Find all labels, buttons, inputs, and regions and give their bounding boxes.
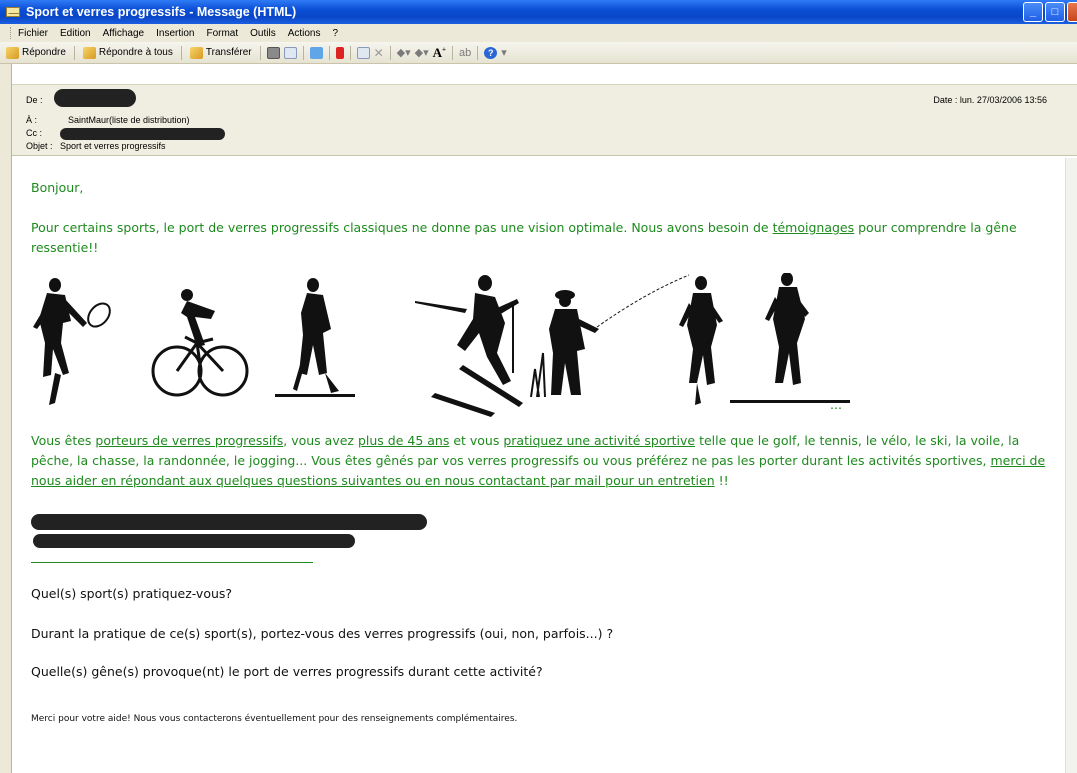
golfer-figure (275, 278, 355, 397)
date-row: Date : lun. 27/03/2006 13:56 (933, 95, 1047, 105)
menu-fichier[interactable]: Fichier (18, 28, 48, 39)
to-value[interactable]: SaintMaur(liste de distribution) (68, 115, 190, 125)
reply-all-label: Répondre à tous (98, 47, 173, 58)
toolbar-separator (259, 45, 261, 60)
forward-label: Transférer (205, 47, 252, 58)
from-label: De : (26, 95, 43, 105)
greeting: Bonjour, (31, 180, 84, 195)
window-title-bar[interactable]: Sport et verres progressifs - Message (H… (0, 0, 1077, 24)
help-icon[interactable]: ? (484, 46, 498, 59)
subject-value: Sport et verres progressifs (60, 141, 166, 151)
age-link[interactable]: plus de 45 ans (358, 433, 449, 448)
toolbar-separator (328, 45, 330, 60)
progressive-lens-link[interactable]: porteurs de verres progressifs (95, 433, 283, 448)
reply-label: Répondre (22, 47, 66, 58)
window-controls: _ □ (1023, 2, 1077, 22)
from-row: De : (26, 89, 136, 107)
reply-all-button[interactable]: Répondre à tous (81, 46, 175, 60)
previous-item-icon[interactable]: ◆▾ (397, 46, 411, 59)
cc-row: Cc : (26, 128, 225, 140)
window-left-border (0, 64, 12, 773)
toolbar-separator (452, 45, 453, 60)
toolbar-separator (180, 45, 182, 60)
question-3: Quelle(s) gêne(s) provoque(nt) le port d… (31, 664, 543, 679)
mark-unread-icon[interactable] (356, 46, 370, 59)
toolbar-separator (389, 45, 391, 60)
delete-icon[interactable]: ✕ (374, 47, 384, 59)
forward-button[interactable]: Transférer (188, 46, 254, 60)
flag-icon[interactable] (335, 46, 344, 59)
ellipsis: ... (830, 397, 842, 412)
reply-button[interactable]: Répondre (4, 46, 68, 60)
to-label: À : (26, 115, 38, 125)
toolbar: Répondre Répondre à tous Transférer ✕ ◆▾… (0, 42, 1077, 64)
runner-man-figure (730, 273, 850, 403)
message-scrollbar[interactable] (1065, 158, 1077, 773)
maximize-button[interactable]: □ (1045, 2, 1065, 22)
reply-icon (6, 46, 19, 59)
testimonials-link[interactable]: témoignages (773, 220, 855, 235)
redacted-sender (54, 89, 136, 107)
menu-format[interactable]: Format (206, 28, 238, 39)
print-icon[interactable] (266, 46, 280, 59)
menu-outils[interactable]: Outils (250, 28, 276, 39)
cta-text-3: et vous (449, 433, 504, 448)
question-1: Quel(s) sport(s) pratiquez-vous? (31, 586, 233, 601)
date-label: Date : (933, 95, 958, 105)
sport-activity-link[interactable]: pratiquez une activité sportive (503, 433, 695, 448)
message-body: Bonjour, Pour certains sports, le port d… (13, 158, 1065, 773)
reply-all-icon (82, 46, 96, 59)
signature-divider (31, 562, 313, 563)
redacted-cc (60, 128, 225, 140)
to-row: À : SaintMaur(liste de distribution) (26, 115, 190, 125)
window-title: Sport et verres progressifs - Message (H… (26, 5, 297, 19)
menu-affichage[interactable]: Affichage (103, 28, 145, 39)
thanks-text: Merci pour votre aide! Nous vous contact… (31, 714, 518, 724)
runner-woman-figure (679, 276, 723, 405)
menu-actions[interactable]: Actions (288, 28, 321, 39)
intro-paragraph: Pour certains sports, le port de verres … (31, 218, 1051, 258)
message-header: De : À : SaintMaur(liste de distribution… (12, 84, 1077, 156)
subject-row: Objet : Sport et verres progressifs (26, 141, 166, 151)
cta-text-2: , vous avez (283, 433, 358, 448)
toolbar-separator (302, 45, 304, 60)
toolbar-separator (73, 45, 75, 60)
call-to-action-paragraph: Vous êtes porteurs de verres progressifs… (31, 431, 1061, 491)
cyclist-figure (151, 289, 249, 397)
menu-insertion[interactable]: Insertion (156, 28, 194, 39)
cta-text-5: !! (714, 473, 729, 488)
translate-icon[interactable]: ab (459, 47, 471, 59)
toolbar-options-icon[interactable]: ▾ (501, 46, 507, 59)
cta-text-1: Vous êtes (31, 433, 96, 448)
sports-illustration (33, 273, 850, 417)
copy-icon[interactable] (283, 46, 297, 59)
minimize-button[interactable]: _ (1023, 2, 1043, 22)
redacted-signature-line-1 (31, 514, 427, 530)
cc-label: Cc : (26, 128, 43, 138)
forward-icon (189, 46, 203, 59)
menu-edition[interactable]: Edition (60, 28, 91, 39)
move-to-folder-icon[interactable] (309, 46, 323, 59)
menu-grip (10, 27, 12, 39)
envelope-icon (6, 7, 20, 17)
close-button[interactable] (1067, 2, 1077, 22)
fisherman-figure (530, 274, 690, 398)
next-item-icon[interactable]: ◆▾ (415, 46, 429, 59)
question-2: Durant la pratique de ce(s) sport(s), po… (31, 626, 614, 641)
date-value: lun. 27/03/2006 13:56 (959, 95, 1047, 105)
redacted-signature-line-2 (33, 534, 355, 548)
toolbar-separator (477, 45, 479, 60)
font-size-icon[interactable]: A+ (433, 45, 446, 61)
tennis-player-figure (33, 278, 111, 405)
menu-help[interactable]: ? (333, 28, 339, 39)
skier-figure (415, 275, 523, 417)
intro-text: Pour certains sports, le port de verres … (31, 220, 773, 235)
subject-label: Objet : (26, 141, 53, 151)
menu-bar: Fichier Edition Affichage Insertion Form… (0, 24, 1077, 42)
toolbar-separator (349, 45, 351, 60)
